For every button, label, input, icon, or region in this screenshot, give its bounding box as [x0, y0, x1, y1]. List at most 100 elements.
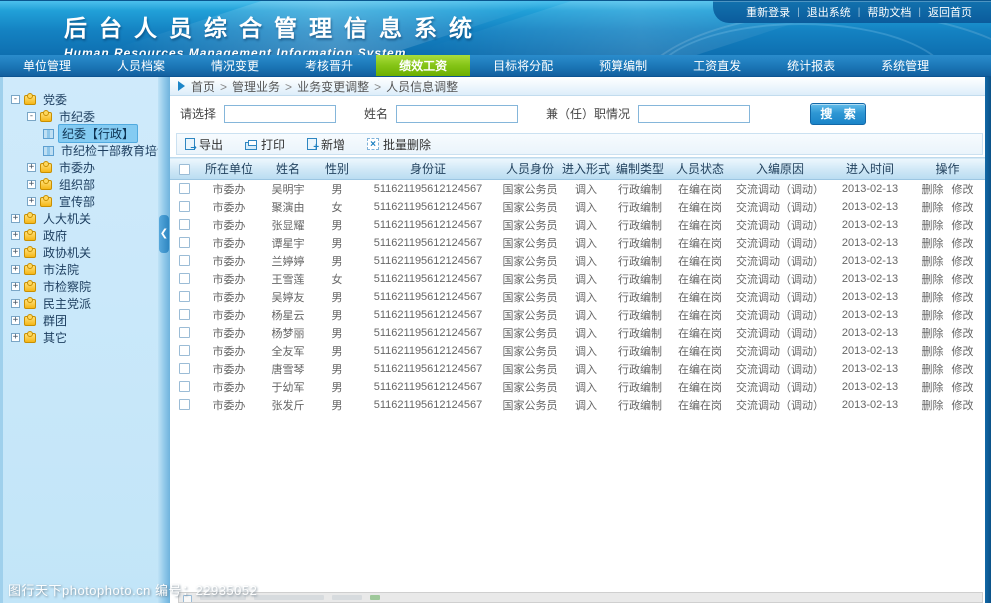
nav-item[interactable]: 考核晋升 — [282, 55, 376, 76]
delete-link[interactable]: 删除 — [922, 274, 944, 286]
tree-node[interactable]: 纪委【行政】 — [3, 125, 158, 142]
nav-item[interactable]: 统计报表 — [764, 55, 858, 76]
nav-item[interactable]: 单位管理 — [0, 55, 94, 76]
breadcrumb-item[interactable]: 首页 — [191, 80, 215, 94]
parttime-input[interactable] — [638, 105, 750, 123]
row-checkbox[interactable] — [179, 255, 190, 266]
tree-toggle-icon[interactable]: + — [27, 197, 36, 206]
tree-node[interactable]: + 其它 — [3, 329, 158, 346]
row-checkbox[interactable] — [179, 273, 190, 284]
row-checkbox[interactable] — [179, 201, 190, 212]
tree-node[interactable]: +民主党派 — [3, 295, 158, 312]
edit-link[interactable]: 修改 — [952, 382, 974, 394]
nav-item[interactable]: 预算编制 — [576, 55, 670, 76]
row-checkbox[interactable] — [179, 381, 190, 392]
nav-item[interactable]: 系统管理 — [858, 55, 952, 76]
nav-item[interactable]: 绩效工资 — [376, 55, 470, 76]
edit-link[interactable]: 修改 — [952, 364, 974, 376]
row-checkbox[interactable] — [179, 345, 190, 356]
edit-link[interactable]: 修改 — [952, 274, 974, 286]
row-checkbox[interactable] — [179, 399, 190, 410]
tree-node-label[interactable]: 宣传部 — [56, 193, 98, 210]
tree-toggle-icon[interactable]: - — [11, 95, 20, 104]
delete-link[interactable]: 删除 — [922, 346, 944, 358]
tree-toggle-icon[interactable]: + — [11, 316, 20, 325]
tree-toggle-icon[interactable]: + — [11, 231, 20, 240]
tree-node[interactable]: - 党委 — [3, 91, 158, 108]
toolbar-button-打印[interactable]: 打印 — [245, 136, 285, 153]
tree-node[interactable]: + 市委办 — [3, 159, 158, 176]
quick-link[interactable]: 帮助文档 — [860, 4, 918, 20]
row-checkbox[interactable] — [179, 219, 190, 230]
tree-node-label[interactable]: 其它 — [40, 329, 70, 346]
tree-toggle-icon[interactable]: + — [11, 299, 20, 308]
tree-toggle-icon[interactable]: + — [11, 214, 20, 223]
name-input[interactable] — [396, 105, 518, 123]
tree-node-label[interactable]: 市检察院 — [40, 278, 94, 295]
edit-link[interactable]: 修改 — [952, 202, 974, 214]
tree-toggle-icon[interactable]: + — [11, 333, 20, 342]
tree-node-label[interactable]: 市纪委 — [56, 108, 98, 125]
row-checkbox[interactable] — [179, 183, 190, 194]
tree-toggle-icon[interactable]: + — [27, 180, 36, 189]
tree-toggle-icon[interactable]: + — [11, 265, 20, 274]
breadcrumb-item[interactable]: 管理业务 — [232, 80, 280, 94]
tree-node[interactable]: + 组织部 — [3, 176, 158, 193]
delete-link[interactable]: 删除 — [922, 256, 944, 268]
search-button[interactable]: 搜 索 — [810, 103, 866, 125]
delete-link[interactable]: 删除 — [922, 310, 944, 322]
quick-link[interactable]: 返回首页 — [921, 4, 979, 20]
edit-link[interactable]: 修改 — [952, 328, 974, 340]
breadcrumb-item[interactable]: 人员信息调整 — [386, 80, 458, 94]
row-checkbox[interactable] — [179, 309, 190, 320]
tree-node-label[interactable]: 人大机关 — [40, 210, 94, 227]
delete-link[interactable]: 删除 — [922, 364, 944, 376]
tree-node-label[interactable]: 组织部 — [56, 176, 98, 193]
delete-link[interactable]: 删除 — [922, 184, 944, 196]
edit-link[interactable]: 修改 — [952, 220, 974, 232]
vertical-scrollbar[interactable] — [985, 77, 991, 603]
select-all-checkbox[interactable] — [179, 164, 190, 175]
tree-toggle-icon[interactable]: + — [27, 163, 36, 172]
edit-link[interactable]: 修改 — [952, 310, 974, 322]
toolbar-button-新增[interactable]: 新增 — [307, 136, 345, 153]
delete-link[interactable]: 删除 — [922, 292, 944, 304]
toolbar-button-批量删除[interactable]: ×批量删除 — [367, 136, 431, 153]
sidebar-collapse-button[interactable]: ❮ — [159, 215, 169, 253]
quick-link[interactable]: 退出系统 — [800, 4, 858, 20]
tree-node-label[interactable]: 群团 — [40, 312, 70, 329]
tree-node[interactable]: + 群团 — [3, 312, 158, 329]
tree-node[interactable]: +市检察院 — [3, 278, 158, 295]
tree-toggle-icon[interactable]: + — [11, 248, 20, 257]
tree-toggle-icon[interactable]: - — [27, 112, 36, 121]
quick-link[interactable]: 重新登录 — [739, 4, 797, 20]
tree-node[interactable]: 市纪检干部教育培训中心 — [3, 142, 158, 159]
edit-link[interactable]: 修改 — [952, 292, 974, 304]
tree-node[interactable]: + 政协机关 — [3, 244, 158, 261]
edit-link[interactable]: 修改 — [952, 346, 974, 358]
tree-node-label[interactable]: 政协机关 — [40, 244, 94, 261]
row-checkbox[interactable] — [179, 237, 190, 248]
tree-node[interactable]: + 人大机关 — [3, 210, 158, 227]
row-checkbox[interactable] — [179, 363, 190, 374]
breadcrumb-item[interactable]: 业务变更调整 — [297, 80, 369, 94]
edit-link[interactable]: 修改 — [952, 400, 974, 412]
tree-node[interactable]: - 市纪委 — [3, 108, 158, 125]
tree-node-label[interactable]: 政府 — [40, 227, 70, 244]
delete-link[interactable]: 删除 — [922, 202, 944, 214]
tree-node[interactable]: + 宣传部 — [3, 193, 158, 210]
tree-node[interactable]: +市法院 — [3, 261, 158, 278]
select-input[interactable] — [224, 105, 336, 123]
delete-link[interactable]: 删除 — [922, 238, 944, 250]
nav-item[interactable]: 情况变更 — [188, 55, 282, 76]
tree-node[interactable]: + 政府 — [3, 227, 158, 244]
tree-node-label[interactable]: 党委 — [40, 91, 70, 108]
tree-node-label[interactable]: 市纪检干部教育培训中心 — [58, 142, 158, 159]
nav-item[interactable]: 目标将分配 — [470, 55, 576, 76]
edit-link[interactable]: 修改 — [952, 256, 974, 268]
delete-link[interactable]: 删除 — [922, 328, 944, 340]
edit-link[interactable]: 修改 — [952, 184, 974, 196]
row-checkbox[interactable] — [179, 291, 190, 302]
nav-item[interactable]: 人员档案 — [94, 55, 188, 76]
tree-node-label[interactable]: 市委办 — [56, 159, 98, 176]
